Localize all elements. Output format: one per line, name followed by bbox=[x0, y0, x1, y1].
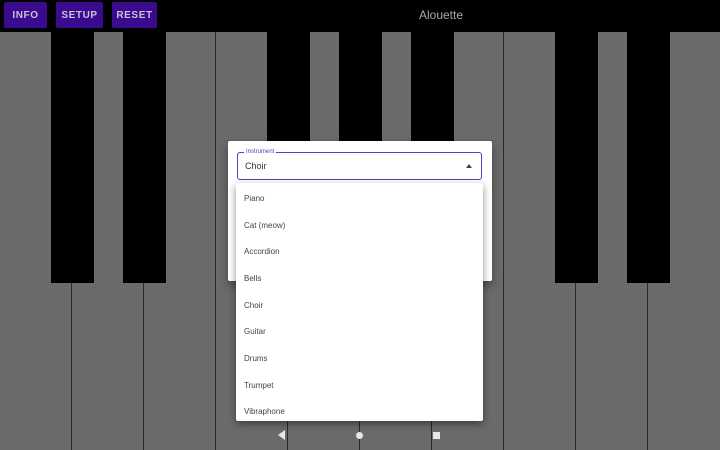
reset-button[interactable]: RESET bbox=[112, 2, 157, 28]
instrument-select[interactable]: Instrument Choir bbox=[237, 148, 482, 180]
menu-item-cat[interactable]: Cat (meow) bbox=[236, 212, 483, 239]
setup-button[interactable]: SETUP bbox=[56, 2, 103, 28]
recents-icon[interactable] bbox=[433, 432, 440, 439]
menu-item-vibraphone[interactable]: Vibraphone bbox=[236, 399, 483, 422]
black-key[interactable] bbox=[51, 32, 94, 283]
app-title: Alouette bbox=[418, 8, 464, 22]
instrument-selected-value: Choir bbox=[245, 161, 267, 171]
menu-item-drums[interactable]: Drums bbox=[236, 345, 483, 372]
menu-item-piano[interactable]: Piano bbox=[236, 185, 483, 212]
black-key[interactable] bbox=[555, 32, 598, 283]
menu-item-trumpet[interactable]: Trumpet bbox=[236, 372, 483, 399]
black-key[interactable] bbox=[123, 32, 166, 283]
menu-item-guitar[interactable]: Guitar bbox=[236, 318, 483, 345]
menu-item-accordion[interactable]: Accordion bbox=[236, 238, 483, 265]
menu-item-choir[interactable]: Choir bbox=[236, 292, 483, 319]
home-icon[interactable] bbox=[356, 432, 363, 439]
caret-up-icon bbox=[466, 164, 472, 168]
black-key[interactable] bbox=[627, 32, 670, 283]
instrument-menu: Piano Cat (meow) Accordion Bells Choir G… bbox=[236, 183, 483, 421]
back-icon[interactable] bbox=[278, 430, 285, 440]
menu-item-bells[interactable]: Bells bbox=[236, 265, 483, 292]
info-button[interactable]: INFO bbox=[4, 2, 47, 28]
instrument-label: Instrument bbox=[244, 148, 277, 156]
top-toolbar: INFO SETUP RESET Alouette bbox=[0, 0, 720, 32]
